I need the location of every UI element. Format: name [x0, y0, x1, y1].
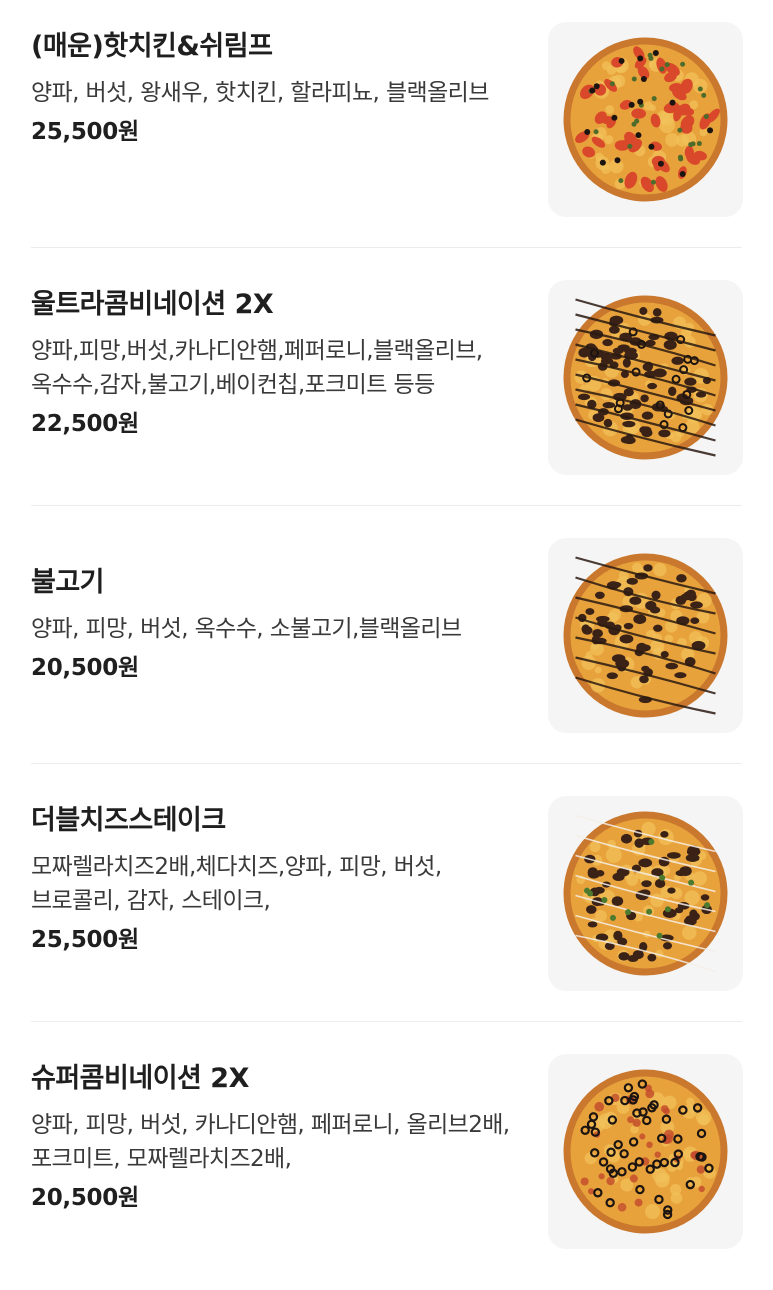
item-name: 불고기 [31, 567, 105, 598]
item-name: 슈퍼콤비네이션 2X [31, 1063, 249, 1094]
menu-list: (매운)핫치킨&쉬림프 양파, 버섯, 왕새우, 핫치킨, 할라피뇨, 블랙올리… [0, 0, 773, 1274]
item-price: 22,500원 [31, 411, 139, 437]
item-description: 양파, 피망, 버섯, 카나디안햄, 페퍼로니, 올리브2배, 포크미트, 모짜… [31, 1112, 510, 1172]
item-price: 25,500원 [31, 927, 139, 953]
menu-item-double-cheese-steak[interactable]: 더블치즈스테이크 모짜렐라치즈2배,체다치즈,양파, 피망, 버섯, 브로콜리,… [0, 774, 773, 1032]
pizza-icon [563, 811, 728, 976]
item-price: 20,500원 [31, 1185, 139, 1211]
menu-item-text: 슈퍼콤비네이션 2X 양파, 피망, 버섯, 카나디안햄, 페퍼로니, 올리브2… [31, 1062, 521, 1214]
menu-item-bulgogi[interactable]: 불고기 양파, 피망, 버섯, 옥수수, 소불고기,블랙올리브 20,500원 [0, 516, 773, 774]
menu-item-text: 울트라콤비네이션 2X 양파,피망,버섯,카나디안햄,페퍼로니,블랙올리브,옥수… [31, 288, 521, 440]
item-description: 양파, 버섯, 왕새우, 핫치킨, 할라피뇨, 블랙올리브 [31, 80, 489, 106]
divider [31, 505, 742, 506]
pizza-image[interactable] [548, 796, 743, 991]
item-name: 울트라콤비네이션 2X [31, 289, 274, 320]
menu-item-text: (매운)핫치킨&쉬림프 양파, 버섯, 왕새우, 핫치킨, 할라피뇨, 블랙올리… [31, 30, 521, 148]
item-price: 20,500원 [31, 655, 139, 681]
menu-item-text: 불고기 양파, 피망, 버섯, 옥수수, 소불고기,블랙올리브 20,500원 [31, 566, 521, 684]
menu-item-text: 더블치즈스테이크 모짜렐라치즈2배,체다치즈,양파, 피망, 버섯, 브로콜리,… [31, 804, 521, 956]
divider [31, 247, 742, 248]
item-description: 모짜렐라치즈2배,체다치즈,양파, 피망, 버섯, 브로콜리, 감자, 스테이크… [31, 854, 442, 914]
pizza-icon [563, 553, 728, 718]
menu-item-ultra-combination[interactable]: 울트라콤비네이션 2X 양파,피망,버섯,카나디안햄,페퍼로니,블랙올리브,옥수… [0, 258, 773, 516]
pizza-icon [563, 295, 728, 460]
pizza-icon [563, 1069, 728, 1234]
menu-item-hot-chicken-shrimp[interactable]: (매운)핫치킨&쉬림프 양파, 버섯, 왕새우, 핫치킨, 할라피뇨, 블랙올리… [0, 0, 773, 258]
item-price: 25,500원 [31, 119, 139, 145]
pizza-image[interactable] [548, 1054, 743, 1249]
item-name: 더블치즈스테이크 [31, 805, 226, 836]
pizza-icon [563, 37, 728, 202]
divider [31, 763, 742, 764]
menu-item-super-combination[interactable]: 슈퍼콤비네이션 2X 양파, 피망, 버섯, 카나디안햄, 페퍼로니, 올리브2… [0, 1032, 773, 1290]
pizza-image[interactable] [548, 280, 743, 475]
pizza-image[interactable] [548, 538, 743, 733]
pizza-image[interactable] [548, 22, 743, 217]
item-description: 양파,피망,버섯,카나디안햄,페퍼로니,블랙올리브,옥수수,감자,불고기,베이컨… [31, 338, 483, 398]
divider [31, 1021, 742, 1022]
item-description: 양파, 피망, 버섯, 옥수수, 소불고기,블랙올리브 [31, 616, 462, 642]
item-name: (매운)핫치킨&쉬림프 [31, 31, 273, 62]
